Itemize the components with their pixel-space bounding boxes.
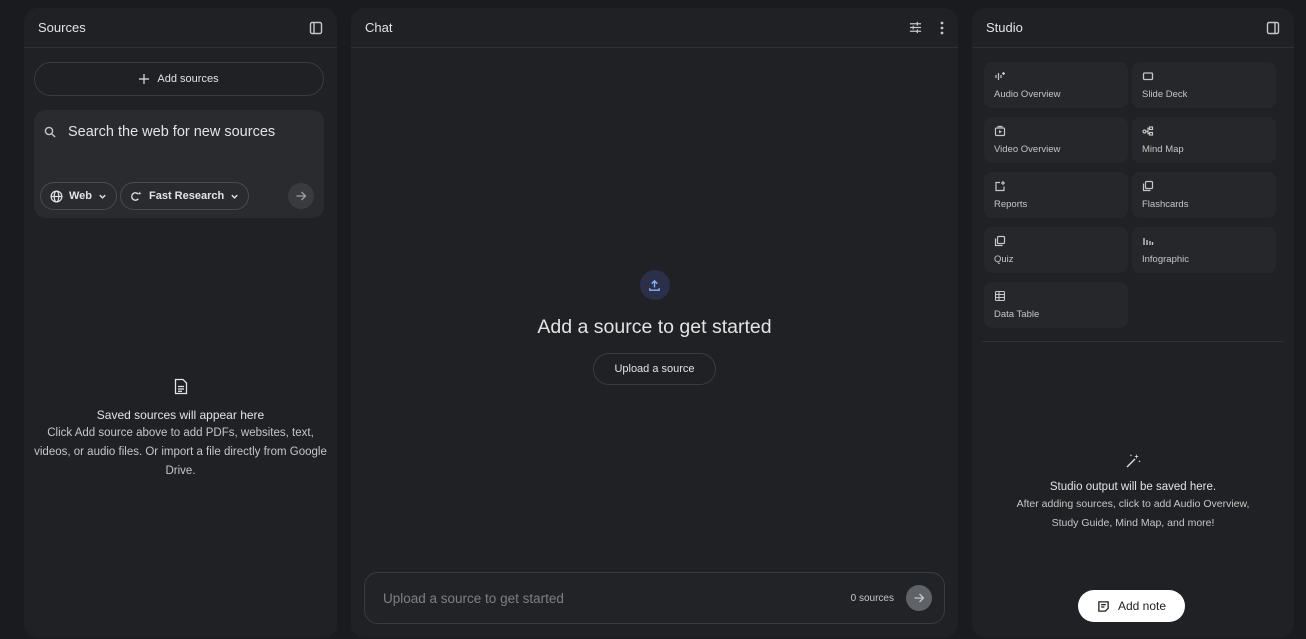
fast-research-dropdown[interactable]: Fast Research bbox=[120, 182, 250, 210]
web-dropdown[interactable]: Web bbox=[40, 182, 118, 210]
data-table-icon bbox=[994, 290, 1006, 302]
infographic-icon bbox=[1142, 235, 1154, 247]
tune-settings-icon[interactable] bbox=[909, 21, 922, 34]
audio-overview-tile[interactable]: Audio Overview bbox=[984, 62, 1128, 108]
add-note-label: Add note bbox=[1117, 599, 1167, 613]
sources-title: Sources bbox=[38, 20, 86, 35]
note-icon bbox=[1097, 600, 1110, 613]
chat-header: Chat bbox=[351, 8, 958, 48]
tile-label: Audio Overview bbox=[994, 89, 1061, 100]
audio-overview-icon bbox=[994, 70, 1006, 82]
upload-source-button[interactable]: Upload a source bbox=[593, 353, 716, 385]
source-count: 0 sources bbox=[850, 592, 894, 604]
studio-title: Studio bbox=[986, 20, 1023, 35]
tile-label: Video Overview bbox=[994, 144, 1061, 155]
tile-label: Data Table bbox=[994, 309, 1040, 320]
more-vert-icon[interactable] bbox=[940, 21, 944, 35]
search-placeholder: Search the web for new sources bbox=[68, 124, 276, 140]
sources-panel: Sources Add sources Search the web for n… bbox=[24, 8, 337, 638]
slide-deck-icon bbox=[1142, 70, 1154, 82]
globe-icon bbox=[50, 190, 63, 203]
chat-empty-state: Add a source to get started Upload a sou… bbox=[351, 270, 958, 385]
collapse-sidebar-icon[interactable] bbox=[309, 21, 323, 35]
fast-research-label: Fast Research bbox=[149, 190, 225, 202]
sources-header: Sources bbox=[24, 8, 337, 48]
collapse-panel-icon[interactable] bbox=[1266, 21, 1280, 35]
arrow-right-icon bbox=[913, 592, 925, 604]
quiz-icon bbox=[994, 235, 1006, 247]
document-icon bbox=[174, 378, 188, 395]
web-search-card: Search the web for new sources Web Fast … bbox=[34, 110, 324, 218]
chevron-down-icon bbox=[98, 192, 107, 201]
video-overview-icon bbox=[994, 125, 1006, 137]
search-submit-button[interactable] bbox=[288, 183, 314, 209]
studio-empty-state: Studio output will be saved here. After … bbox=[972, 452, 1294, 533]
plus-icon bbox=[139, 74, 150, 84]
tile-label: Infographic bbox=[1142, 254, 1190, 265]
add-sources-label: Add sources bbox=[157, 73, 219, 85]
chat-input-box[interactable]: Upload a source to get started 0 sources bbox=[364, 572, 945, 624]
mind-map-icon bbox=[1142, 125, 1154, 137]
reports-tile[interactable]: Reports bbox=[984, 172, 1128, 218]
tile-label: Reports bbox=[994, 199, 1028, 210]
divider bbox=[982, 341, 1284, 342]
quiz-tile[interactable]: Quiz bbox=[984, 227, 1128, 273]
studio-panel: Studio Audio Overview Slide Deck Video O… bbox=[972, 8, 1294, 638]
studio-empty-desc-2: Study Guide, Mind Map, and more! bbox=[1051, 517, 1215, 529]
infographic-tile[interactable]: Infographic bbox=[1132, 227, 1276, 273]
arrow-right-icon bbox=[295, 190, 307, 202]
chat-empty-title: Add a source to get started bbox=[537, 316, 772, 338]
studio-empty-desc-1: After adding sources, click to add Audio… bbox=[1016, 498, 1250, 510]
reports-icon bbox=[994, 180, 1006, 192]
sources-empty-desc: Click Add source above to add PDFs, webs… bbox=[34, 427, 327, 477]
sources-empty-title: Saved sources will appear here bbox=[96, 408, 265, 422]
add-note-button[interactable]: Add note bbox=[1078, 590, 1185, 622]
search-icon bbox=[44, 126, 56, 138]
research-sparkle-icon bbox=[130, 190, 143, 203]
mind-map-tile[interactable]: Mind Map bbox=[1132, 117, 1276, 163]
tile-label: Mind Map bbox=[1142, 144, 1184, 155]
chevron-down-icon bbox=[230, 192, 239, 201]
chat-input-placeholder: Upload a source to get started bbox=[383, 590, 564, 606]
upload-icon bbox=[639, 270, 670, 300]
send-button[interactable] bbox=[906, 585, 932, 611]
tile-label: Slide Deck bbox=[1142, 89, 1188, 100]
tile-label: Quiz bbox=[994, 254, 1014, 265]
studio-empty-title: Studio output will be saved here. bbox=[1049, 481, 1217, 493]
sources-empty-state: Saved sources will appear here Click Add… bbox=[24, 378, 337, 481]
data-table-tile[interactable]: Data Table bbox=[984, 282, 1128, 328]
chat-title: Chat bbox=[365, 20, 393, 35]
search-input[interactable]: Search the web for new sources bbox=[44, 124, 275, 140]
web-chip-label: Web bbox=[69, 190, 93, 202]
studio-header: Studio bbox=[972, 8, 1294, 48]
tile-label: Flashcards bbox=[1142, 199, 1189, 210]
flashcards-icon bbox=[1142, 180, 1154, 192]
chat-panel: Chat Add a source to get started Upload … bbox=[351, 8, 958, 638]
add-sources-button[interactable]: Add sources bbox=[34, 62, 324, 96]
slide-deck-tile[interactable]: Slide Deck bbox=[1132, 62, 1276, 108]
video-overview-tile[interactable]: Video Overview bbox=[984, 117, 1128, 163]
magic-wand-icon bbox=[1124, 452, 1142, 470]
flashcards-tile[interactable]: Flashcards bbox=[1132, 172, 1276, 218]
